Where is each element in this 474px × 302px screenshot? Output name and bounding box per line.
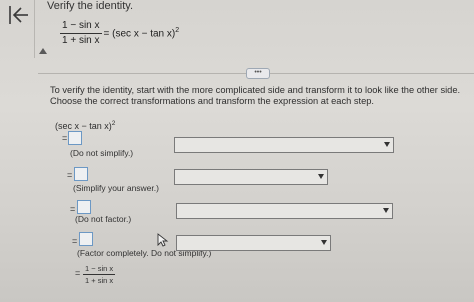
chevron-down-icon bbox=[383, 208, 389, 213]
start-expression-text: (sec x − tan x) bbox=[55, 121, 112, 131]
step-4-equals: = bbox=[72, 236, 78, 246]
step-2-equals: = bbox=[67, 170, 73, 180]
step-3-transformation-dropdown[interactable] bbox=[176, 203, 393, 219]
final-equals: = bbox=[75, 268, 81, 278]
identity-equation: 1 − sin x 1 + sin x = (sec x − tan x)2 bbox=[60, 20, 179, 47]
step-1-answer-box[interactable] bbox=[68, 131, 82, 145]
chevron-down-icon bbox=[318, 174, 324, 179]
chevron-up-icon[interactable] bbox=[39, 41, 47, 54]
start-expression-exponent: 2 bbox=[111, 120, 116, 127]
more-button[interactable]: ••• bbox=[246, 68, 270, 79]
chevron-down-icon bbox=[384, 142, 390, 147]
step-3-hint: (Do not factor.) bbox=[75, 214, 132, 224]
step-1-transformation-dropdown[interactable] bbox=[174, 137, 394, 153]
arrow-to-start-icon bbox=[9, 6, 28, 24]
step-2-transformation-dropdown[interactable] bbox=[174, 169, 328, 185]
final-fraction: 1 − sin x 1 + sin x bbox=[83, 264, 116, 285]
fraction-bar bbox=[83, 274, 116, 275]
step-4-answer-box[interactable] bbox=[79, 232, 93, 246]
header-divider bbox=[34, 0, 35, 58]
final-numerator: 1 − sin x bbox=[85, 264, 114, 273]
step-2-hint: (Simplify your answer.) bbox=[73, 183, 159, 193]
instruction-text: Verify the identity. bbox=[47, 0, 134, 12]
identity-denominator: 1 + sin x bbox=[62, 35, 100, 46]
step-3-answer-box[interactable] bbox=[77, 200, 91, 214]
step-1-equals: = bbox=[62, 133, 68, 143]
step-4-transformation-dropdown[interactable] bbox=[176, 235, 331, 251]
mouse-pointer-icon bbox=[157, 233, 169, 247]
identity-rhs-text: = (sec x − tan x) bbox=[103, 28, 176, 40]
step-3-equals: = bbox=[70, 204, 76, 214]
fraction-bar bbox=[60, 33, 102, 34]
back-to-start-button[interactable] bbox=[6, 4, 30, 26]
step-1-hint: (Do not simplify.) bbox=[70, 148, 134, 158]
step-2-answer-box[interactable] bbox=[74, 167, 88, 181]
chevron-down-icon bbox=[321, 240, 327, 245]
identity-numerator: 1 − sin x bbox=[62, 20, 100, 31]
explanation-text: To verify the identity, start with the m… bbox=[50, 85, 461, 106]
final-denominator: 1 + sin x bbox=[85, 276, 114, 285]
identity-rhs: = (sec x − tan x)2 bbox=[104, 27, 180, 39]
identity-exponent: 2 bbox=[175, 27, 180, 35]
identity-fraction: 1 − sin x 1 + sin x bbox=[60, 20, 102, 47]
start-expression: (sec x − tan x)2 bbox=[55, 120, 115, 131]
